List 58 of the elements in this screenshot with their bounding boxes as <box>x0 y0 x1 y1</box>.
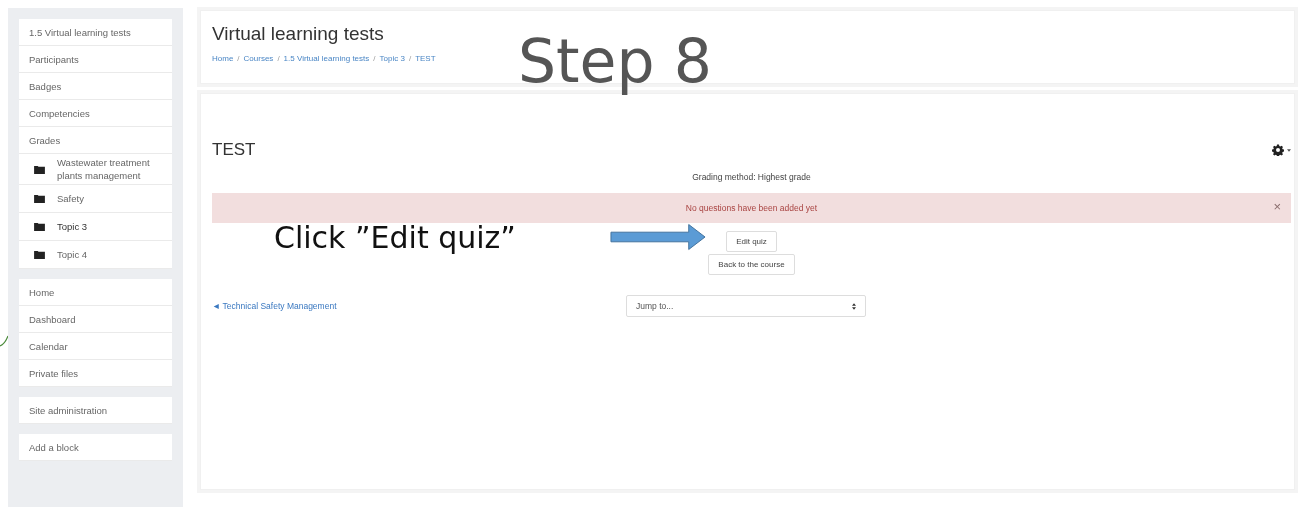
action-button[interactable]: Back to the course <box>708 254 795 275</box>
arrow-icon <box>610 223 706 251</box>
action-button[interactable]: Edit quiz <box>726 231 777 252</box>
up-down-arrows-icon <box>852 302 856 310</box>
sidebar-item-label: Site administration <box>29 403 108 418</box>
sidebar-item-label: Competencies <box>29 106 90 121</box>
breadcrumb-separator: / <box>237 54 240 63</box>
sidebar-item[interactable]: Topic 3 <box>19 213 172 241</box>
breadcrumb-link[interactable]: Courses <box>243 54 274 63</box>
sidebar-item[interactable]: Dashboard <box>19 306 172 333</box>
sidebar-item-label: Badges <box>29 79 62 94</box>
settings-icon[interactable] <box>1272 144 1291 156</box>
curve-line <box>0 335 8 347</box>
sidebar-item-label: Add a block <box>29 440 79 455</box>
sidebar-item-label: Safety <box>57 192 84 206</box>
sidebar-item-label: Participants <box>29 52 79 67</box>
sidebar-item[interactable]: Participants <box>19 46 172 73</box>
previous-activity-link[interactable]: ◄ Technical Safety Management <box>212 301 626 311</box>
breadcrumb-separator: / <box>373 54 376 63</box>
sidebar-item-label: Home <box>29 285 55 300</box>
folder-icon <box>34 250 45 259</box>
sidebar-item[interactable]: Competencies <box>19 100 172 127</box>
sidebar-item[interactable]: Safety <box>19 185 172 213</box>
sidebar-item-label: Calendar <box>29 339 68 354</box>
sidebar-item[interactable]: 1.5 Virtual learning tests <box>19 19 172 46</box>
sidebar-item[interactable]: Wastewater treatment plants management <box>19 154 172 185</box>
jump-to-select[interactable]: Jump to... <box>626 295 866 317</box>
sidebar-item[interactable]: Topic 4 <box>19 241 172 269</box>
step-heading: Step 8 <box>518 26 712 96</box>
close-button[interactable]: × <box>1273 200 1281 214</box>
sidebar-item-label: Grades <box>29 133 61 148</box>
folder-icon <box>34 194 45 203</box>
sidebar-item[interactable]: Private files <box>19 360 172 387</box>
sidebar-item-label: 1.5 Virtual learning tests <box>29 25 131 40</box>
sidebar-item[interactable]: Site administration <box>19 397 172 424</box>
sidebar-item[interactable]: Home <box>19 279 172 306</box>
sidebar-item-label: Topic 3 <box>57 220 88 234</box>
breadcrumb-link[interactable]: Home <box>212 54 234 63</box>
breadcrumb-link[interactable]: Topic 3 <box>379 54 405 63</box>
sidebar-item[interactable]: Calendar <box>19 333 172 360</box>
instruction-text: Click ”Edit quiz” <box>274 219 516 257</box>
sidebar-item[interactable]: Badges <box>19 73 172 100</box>
breadcrumb-link[interactable]: 1.5 Virtual learning tests <box>283 54 370 63</box>
sidebar-item-label: Topic 4 <box>57 248 88 262</box>
page-title: Virtual learning tests <box>212 23 385 45</box>
sidebar-item-label: Private files <box>29 366 79 381</box>
breadcrumb-separator: / <box>277 54 280 63</box>
grading-method-text: Grading method: Highest grade <box>691 172 812 182</box>
activity-title: TEST <box>212 140 256 160</box>
sidebar-item[interactable]: Grades <box>19 127 172 154</box>
breadcrumb-link[interactable]: TEST <box>415 54 436 63</box>
alert-message: No questions have been added yet <box>685 203 818 213</box>
folder-icon <box>34 222 45 231</box>
sidebar-item[interactable]: Add a block <box>19 434 172 461</box>
folder-icon <box>34 164 45 174</box>
sidebar-item-label: Wastewater treatment plants management <box>57 156 151 183</box>
sidebar-item-label: Dashboard <box>29 312 76 327</box>
breadcrumb-separator: / <box>408 54 412 63</box>
